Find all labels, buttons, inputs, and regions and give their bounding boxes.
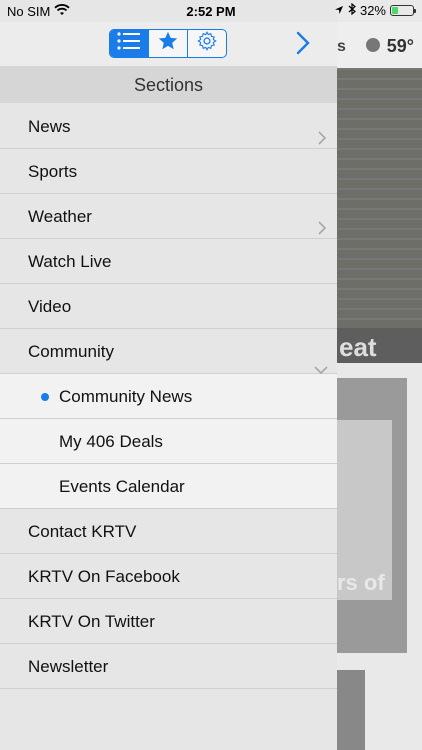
menu-item-label: Newsletter xyxy=(28,657,109,676)
menu-item-weather[interactable]: Weather xyxy=(0,194,337,239)
menu-item-label: Community xyxy=(28,342,114,361)
menu-subitem-community-news[interactable]: Community News xyxy=(0,374,337,419)
background-bottom-card xyxy=(337,670,365,750)
menu-item-label: Community News xyxy=(59,387,193,406)
background-story-title: eat xyxy=(339,332,377,362)
menu-item-label: Video xyxy=(28,297,72,316)
status-bar: No SIM 2:52 PM 32% xyxy=(0,0,422,22)
menu-item-newsletter[interactable]: Newsletter xyxy=(0,644,337,689)
battery-icon xyxy=(390,5,416,16)
close-drawer-chevron-icon[interactable] xyxy=(296,31,313,60)
menu-item-label: KRTV On Facebook xyxy=(28,567,180,586)
menu-item-sports[interactable]: Sports xyxy=(0,149,337,194)
location-arrow-icon xyxy=(334,3,344,18)
menu-item-label: KRTV On Twitter xyxy=(28,612,155,631)
tab-settings[interactable] xyxy=(188,30,226,57)
menu-item-label: Weather xyxy=(28,207,92,226)
menu-item-video[interactable]: Video xyxy=(0,284,337,329)
background-story-image[interactable]: eat xyxy=(337,68,422,363)
menu-item-label: News xyxy=(28,117,71,136)
sections-drawer: Sections News Sports Weather Watch Live … xyxy=(0,0,337,750)
gear-icon xyxy=(196,30,218,57)
tab-favorites[interactable] xyxy=(149,30,188,57)
menu-item-label: Events Calendar xyxy=(59,477,185,496)
background-content: s 59° eat rs of xyxy=(337,0,422,750)
battery-fill xyxy=(392,7,398,14)
menu-subitem-events-calendar[interactable]: Events Calendar xyxy=(0,464,337,509)
tab-sections[interactable] xyxy=(110,30,149,57)
background-partial-letter: s xyxy=(337,38,346,55)
menu-item-krtv-facebook[interactable]: KRTV On Facebook xyxy=(0,554,337,599)
list-icon xyxy=(116,30,142,57)
menu-subitem-my-406-deals[interactable]: My 406 Deals xyxy=(0,419,337,464)
battery-percent: 32% xyxy=(359,3,386,18)
menu-item-watch-live[interactable]: Watch Live xyxy=(0,239,337,284)
star-icon xyxy=(157,30,179,57)
sections-menu: News Sports Weather Watch Live Video Com… xyxy=(0,104,337,689)
sections-title: Sections xyxy=(0,66,337,103)
menu-item-contact-krtv[interactable]: Contact KRTV xyxy=(0,509,337,554)
weather-moon-icon xyxy=(366,38,380,52)
drawer-toolbar xyxy=(0,22,337,66)
menu-item-community[interactable]: Community xyxy=(0,329,337,375)
menu-item-news[interactable]: News xyxy=(0,104,337,149)
selected-dot-icon xyxy=(41,393,49,401)
menu-item-label: My 406 Deals xyxy=(59,432,163,451)
menu-item-label: Sports xyxy=(28,162,78,181)
background-photo-title: rs of xyxy=(337,570,385,595)
temperature-label: 59° xyxy=(386,36,414,56)
menu-item-krtv-twitter[interactable]: KRTV On Twitter xyxy=(0,599,337,644)
bluetooth-icon xyxy=(348,2,356,18)
menu-item-label: Contact KRTV xyxy=(28,522,137,541)
menu-item-label: Watch Live xyxy=(28,252,112,271)
segment-control xyxy=(109,29,227,58)
